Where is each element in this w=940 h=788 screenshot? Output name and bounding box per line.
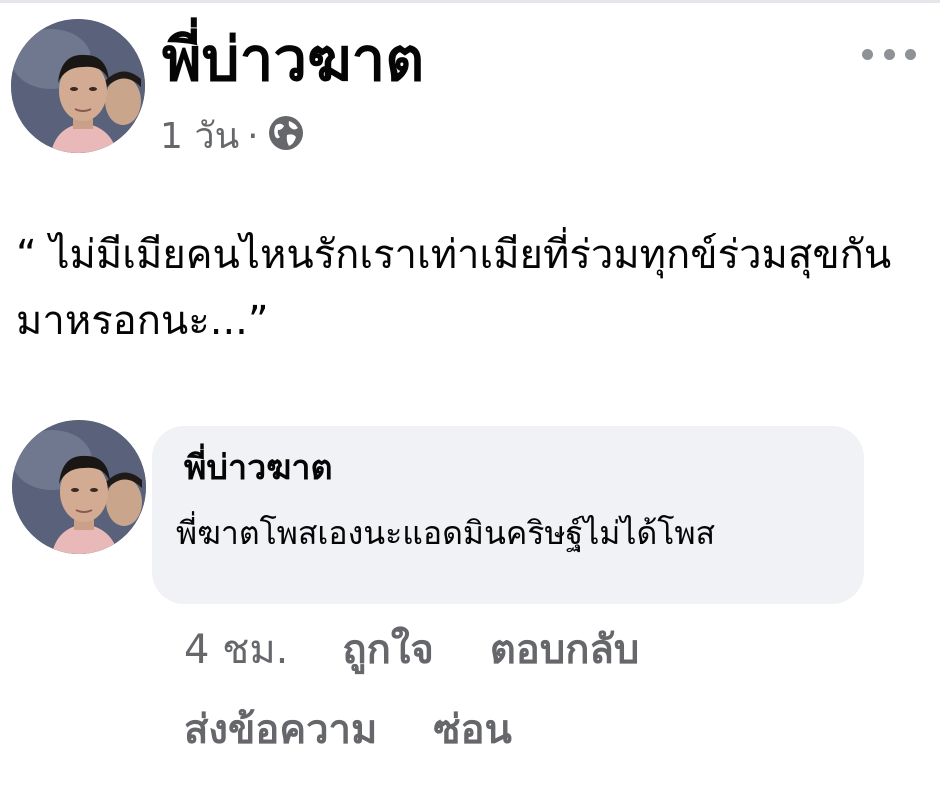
post-author-avatar[interactable] <box>11 19 145 153</box>
post-meta: 1 วัน · <box>160 114 305 159</box>
top-divider <box>0 0 940 3</box>
more-dot <box>862 48 873 60</box>
more-dot <box>905 48 916 60</box>
globe-icon[interactable] <box>267 114 305 159</box>
comment-timestamp[interactable]: 4 ชม. <box>184 630 288 670</box>
hide-button[interactable]: ซ่อน <box>433 710 512 750</box>
send-message-button[interactable]: ส่งข้อความ <box>184 710 377 750</box>
reply-button[interactable]: ตอบกลับ <box>490 630 640 670</box>
more-options-icon[interactable] <box>862 36 916 72</box>
post-body-text: “ ไม่มีเมียคนไหนรักเราเท่าเมียที่ร่วมทุก… <box>16 232 892 344</box>
comment-author-name[interactable]: พี่บ่าวฆาต <box>184 440 333 494</box>
post-timestamp[interactable]: 1 วัน <box>160 118 239 155</box>
post-author-name[interactable]: พี่บ่าวฆาต <box>162 30 424 90</box>
comment-text: พี่ฆาตโพสเองนะแอดมินคริษฐ์ไม่ได้โพส <box>176 514 716 552</box>
comment-actions: 4 ชม. ถูกใจ ตอบกลับ ส่งข้อความ ซ่อน <box>184 630 904 750</box>
meta-separator: · <box>247 115 259 157</box>
like-button[interactable]: ถูกใจ <box>342 630 433 670</box>
more-dot <box>883 48 895 60</box>
comment-author-avatar[interactable] <box>12 420 146 554</box>
